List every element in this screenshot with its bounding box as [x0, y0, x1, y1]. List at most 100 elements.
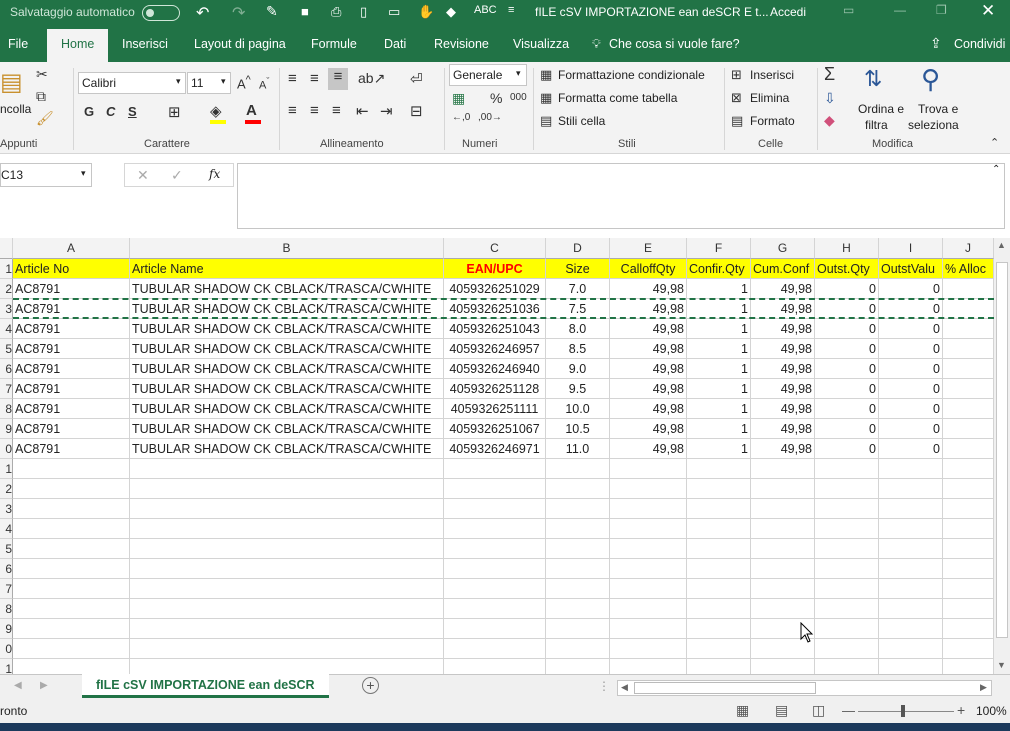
empty-cell[interactable]	[546, 539, 610, 559]
bold-button[interactable]: G	[84, 104, 94, 119]
cell-styles-button[interactable]: Stili cella	[558, 114, 605, 128]
row-header[interactable]: 3	[0, 499, 13, 519]
empty-cell[interactable]	[943, 579, 994, 599]
table-cell[interactable]: TUBULAR SHADOW CK CBLACK/TRASCA/CWHITE	[130, 319, 444, 339]
table-cell[interactable]: 0	[879, 419, 943, 439]
empty-cell[interactable]	[130, 579, 444, 599]
empty-cell[interactable]	[13, 519, 130, 539]
tab-data[interactable]: Dati	[384, 37, 406, 51]
empty-cell[interactable]	[444, 559, 546, 579]
table-cell[interactable]: 4059326251029	[444, 279, 546, 299]
align-top-icon[interactable]: ≡	[288, 70, 297, 87]
empty-cell[interactable]	[879, 559, 943, 579]
empty-cell[interactable]	[687, 499, 751, 519]
row-header[interactable]: 8	[0, 599, 13, 619]
table-cell[interactable]: 4059326246971	[444, 439, 546, 459]
table-cell[interactable]: TUBULAR SHADOW CK CBLACK/TRASCA/CWHITE	[130, 439, 444, 459]
empty-cell[interactable]	[943, 499, 994, 519]
empty-cell[interactable]	[815, 499, 879, 519]
wrap-text-icon[interactable]: ⏎	[410, 70, 423, 88]
close-icon[interactable]: ✕	[981, 1, 995, 21]
column-header-d[interactable]: D	[546, 238, 610, 259]
table-cell[interactable]: 0	[879, 339, 943, 359]
collapse-ribbon-icon[interactable]: ⌃	[990, 136, 999, 149]
empty-cell[interactable]	[610, 659, 687, 674]
header-cell-outstval[interactable]: OutstValu	[879, 259, 943, 279]
empty-cell[interactable]	[546, 659, 610, 674]
font-name-select[interactable]: Calibri ▾	[78, 72, 186, 94]
empty-cell[interactable]	[13, 619, 130, 639]
empty-cell[interactable]	[130, 619, 444, 639]
table-cell[interactable]: 0	[815, 439, 879, 459]
column-header-g[interactable]: G	[751, 238, 815, 259]
customize-qat-icon[interactable]: ≡	[508, 4, 514, 16]
row-header[interactable]: 7	[0, 379, 13, 399]
table-cell[interactable]: 1	[687, 359, 751, 379]
empty-cell[interactable]	[546, 459, 610, 479]
empty-cell[interactable]	[610, 479, 687, 499]
autosum-icon[interactable]: Σ	[824, 64, 835, 85]
table-cell[interactable]: AC8791	[13, 359, 130, 379]
table-cell[interactable]: 0	[815, 319, 879, 339]
table-cell[interactable]: 0	[879, 379, 943, 399]
table-cell[interactable]: 49,98	[751, 279, 815, 299]
empty-cell[interactable]	[546, 579, 610, 599]
row-header[interactable]: 7	[0, 579, 13, 599]
empty-cell[interactable]	[444, 639, 546, 659]
empty-cell[interactable]	[815, 459, 879, 479]
table-cell[interactable]: AC8791	[13, 439, 130, 459]
empty-cell[interactable]	[751, 539, 815, 559]
empty-cell[interactable]	[130, 479, 444, 499]
align-left-icon[interactable]: ≡	[288, 102, 297, 119]
zoom-in-icon[interactable]: +	[957, 702, 965, 718]
align-middle-icon[interactable]: ≡	[310, 70, 319, 87]
tab-formulas[interactable]: Formule	[311, 37, 357, 51]
decrease-decimal-icon[interactable]: ,00→	[478, 112, 502, 123]
merge-center-icon[interactable]: ⊟	[410, 102, 423, 120]
table-cell[interactable]: AC8791	[13, 319, 130, 339]
table-cell[interactable]: 0	[815, 419, 879, 439]
vertical-scroll-thumb[interactable]	[996, 262, 1008, 638]
normal-view-icon[interactable]: ▦	[736, 702, 749, 719]
header-cell-ean[interactable]: EAN/UPC	[444, 259, 546, 279]
format-painter-icon[interactable]: 🖌︎	[36, 110, 54, 127]
sort-filter-label[interactable]: Ordina e	[858, 102, 904, 116]
empty-cell[interactable]	[610, 579, 687, 599]
empty-cell[interactable]	[13, 559, 130, 579]
table-cell[interactable]	[943, 279, 994, 299]
borders-icon[interactable]: ⊞	[168, 103, 181, 121]
column-header-h[interactable]: H	[815, 238, 879, 259]
empty-cell[interactable]	[610, 639, 687, 659]
empty-cell[interactable]	[879, 499, 943, 519]
new-file-icon[interactable]: ▯	[360, 4, 367, 20]
tab-view[interactable]: Visualizza	[513, 37, 569, 51]
empty-cell[interactable]	[610, 619, 687, 639]
empty-cell[interactable]	[546, 499, 610, 519]
zoom-slider-thumb[interactable]	[901, 705, 905, 717]
empty-cell[interactable]	[751, 519, 815, 539]
table-cell[interactable]: 4059326246957	[444, 339, 546, 359]
empty-cell[interactable]	[610, 599, 687, 619]
share-icon[interactable]: ⇪	[930, 35, 942, 52]
empty-cell[interactable]	[130, 539, 444, 559]
empty-cell[interactable]	[444, 479, 546, 499]
row-header[interactable]: 6	[0, 359, 13, 379]
row-header[interactable]: 9	[0, 619, 13, 639]
fill-icon[interactable]: ⇩	[824, 90, 836, 107]
empty-cell[interactable]	[751, 659, 815, 674]
row-header[interactable]: 0	[0, 439, 13, 459]
empty-cell[interactable]	[130, 559, 444, 579]
cell-styles-icon[interactable]: ▤	[540, 113, 552, 129]
table-cell[interactable]: 0	[815, 339, 879, 359]
table-cell[interactable]: 49,98	[751, 359, 815, 379]
cut-icon[interactable]: ✂	[36, 66, 48, 83]
align-bottom-icon[interactable]: ≡	[328, 68, 348, 90]
table-cell[interactable]: 9.0	[546, 359, 610, 379]
empty-cell[interactable]	[610, 459, 687, 479]
empty-cell[interactable]	[13, 459, 130, 479]
table-cell[interactable]: 0	[815, 379, 879, 399]
autosave-toggle[interactable]	[142, 5, 180, 21]
table-cell[interactable]: 4059326251111	[444, 399, 546, 419]
print-preview-icon[interactable]: ⎙	[331, 4, 341, 20]
tab-file[interactable]: File	[8, 37, 28, 51]
